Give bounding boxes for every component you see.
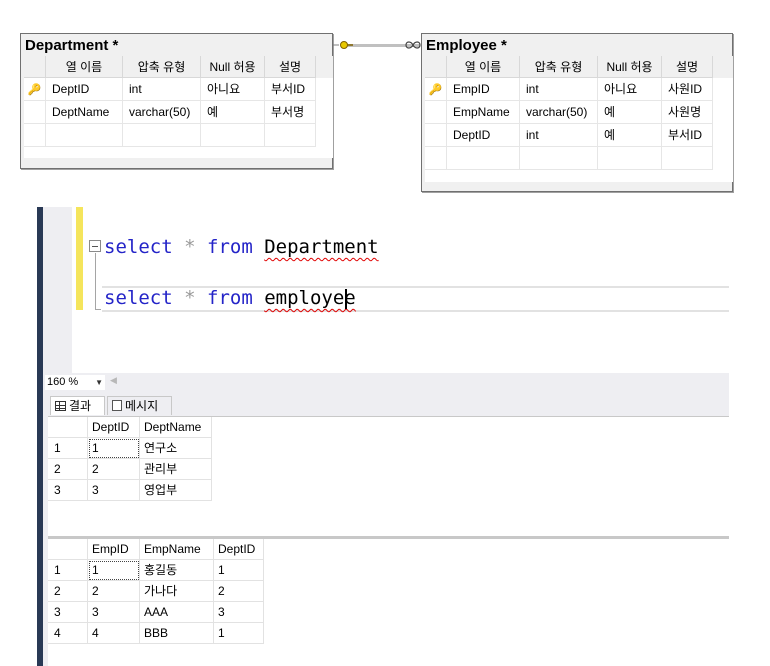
employee-row[interactable]: EmpName varchar(50) 예 사원명 bbox=[425, 101, 733, 124]
zoom-dropdown[interactable]: 160 % ▼ bbox=[45, 375, 105, 390]
employee-empty-row[interactable] bbox=[425, 147, 733, 170]
table-row[interactable]: 3 3 AAA 3 bbox=[48, 602, 264, 623]
table-header-row: DeptID DeptName bbox=[48, 417, 212, 438]
result-grid-2[interactable]: EmpID EmpName DeptID 1 1 홍길동 1 2 2 가나다 2… bbox=[48, 539, 264, 644]
header-col-name: 열 이름 bbox=[447, 56, 520, 78]
table-row[interactable]: 2 2 관리부 bbox=[48, 459, 212, 480]
table-row[interactable]: 3 3 영업부 bbox=[48, 480, 212, 501]
header-col-type: 압축 유형 bbox=[520, 56, 598, 78]
table-row[interactable]: 1 1 홍길동 1 bbox=[48, 560, 264, 581]
employee-title[interactable]: Employee * bbox=[422, 34, 732, 56]
department-header-row: 열 이름 압축 유형 Null 허용 설명 bbox=[24, 56, 333, 78]
code-line-2[interactable]: select * from employee bbox=[104, 287, 356, 309]
primary-key-icon: 🔑 bbox=[27, 84, 42, 96]
column-header[interactable]: EmpName bbox=[140, 539, 214, 560]
fold-line bbox=[95, 253, 96, 310]
header-col-desc: 설명 bbox=[265, 56, 316, 78]
grid-icon bbox=[55, 401, 66, 411]
employee-header-row: 열 이름 압축 유형 Null 허용 설명 bbox=[425, 56, 733, 78]
primary-key-icon: 🔑 bbox=[428, 84, 443, 96]
header-col-null: Null 허용 bbox=[598, 56, 662, 78]
employee-row[interactable]: 🔑 EmpID int 아니요 사원ID bbox=[425, 78, 733, 101]
tab-results[interactable]: 결과 bbox=[50, 396, 105, 415]
tab-messages[interactable]: 메시지 bbox=[107, 396, 172, 415]
department-title[interactable]: Department * bbox=[21, 34, 332, 56]
employee-row[interactable]: DeptID int 예 부서ID bbox=[425, 124, 733, 147]
employee-table[interactable]: Employee * 열 이름 압축 유형 Null 허용 설명 🔑 EmpID… bbox=[421, 33, 733, 192]
header-col-null: Null 허용 bbox=[201, 56, 265, 78]
collapse-icon[interactable] bbox=[89, 240, 101, 252]
header-col-name: 열 이름 bbox=[46, 56, 123, 78]
change-tracking-bar bbox=[76, 207, 83, 310]
department-empty-row[interactable] bbox=[24, 124, 333, 147]
header-col-desc: 설명 bbox=[662, 56, 713, 78]
department-row[interactable]: 🔑 DeptID int 아니요 부서ID bbox=[24, 78, 333, 101]
fold-tick bbox=[95, 309, 101, 310]
scroll-left-icon[interactable]: ◀ bbox=[110, 376, 117, 386]
column-header[interactable]: DeptID bbox=[88, 417, 140, 438]
employee-grid: 열 이름 압축 유형 Null 허용 설명 🔑 EmpID int 아니요 사원… bbox=[425, 56, 733, 182]
code-line-1[interactable]: select * from Department bbox=[104, 236, 379, 258]
department-row[interactable]: DeptName varchar(50) 예 부서명 bbox=[24, 101, 333, 124]
table-row[interactable]: 2 2 가나다 2 bbox=[48, 581, 264, 602]
result-grid-1[interactable]: DeptID DeptName 1 1 연구소 2 2 관리부 3 3 영업부 bbox=[48, 417, 214, 501]
text-caret bbox=[345, 289, 347, 309]
table-header-row: EmpID EmpName DeptID bbox=[48, 539, 264, 560]
chevron-down-icon: ▼ bbox=[95, 378, 103, 387]
column-header[interactable]: DeptName bbox=[140, 417, 212, 438]
column-header[interactable]: DeptID bbox=[214, 539, 264, 560]
message-icon bbox=[112, 400, 122, 411]
department-grid: 열 이름 압축 유형 Null 허용 설명 🔑 DeptID int 아니요 부… bbox=[24, 56, 333, 158]
header-col-type: 압축 유형 bbox=[123, 56, 201, 78]
department-table[interactable]: Department * 열 이름 압축 유형 Null 허용 설명 🔑 Dep… bbox=[20, 33, 333, 169]
zoom-bar bbox=[43, 373, 729, 392]
table-row[interactable]: 4 4 BBB 1 bbox=[48, 623, 264, 644]
table-row[interactable]: 1 1 연구소 bbox=[48, 438, 212, 459]
editor-margin bbox=[43, 207, 72, 373]
relationship-key-end-icon bbox=[333, 41, 353, 49]
column-header[interactable]: EmpID bbox=[88, 539, 140, 560]
relationship-infinity-icon bbox=[405, 41, 421, 49]
